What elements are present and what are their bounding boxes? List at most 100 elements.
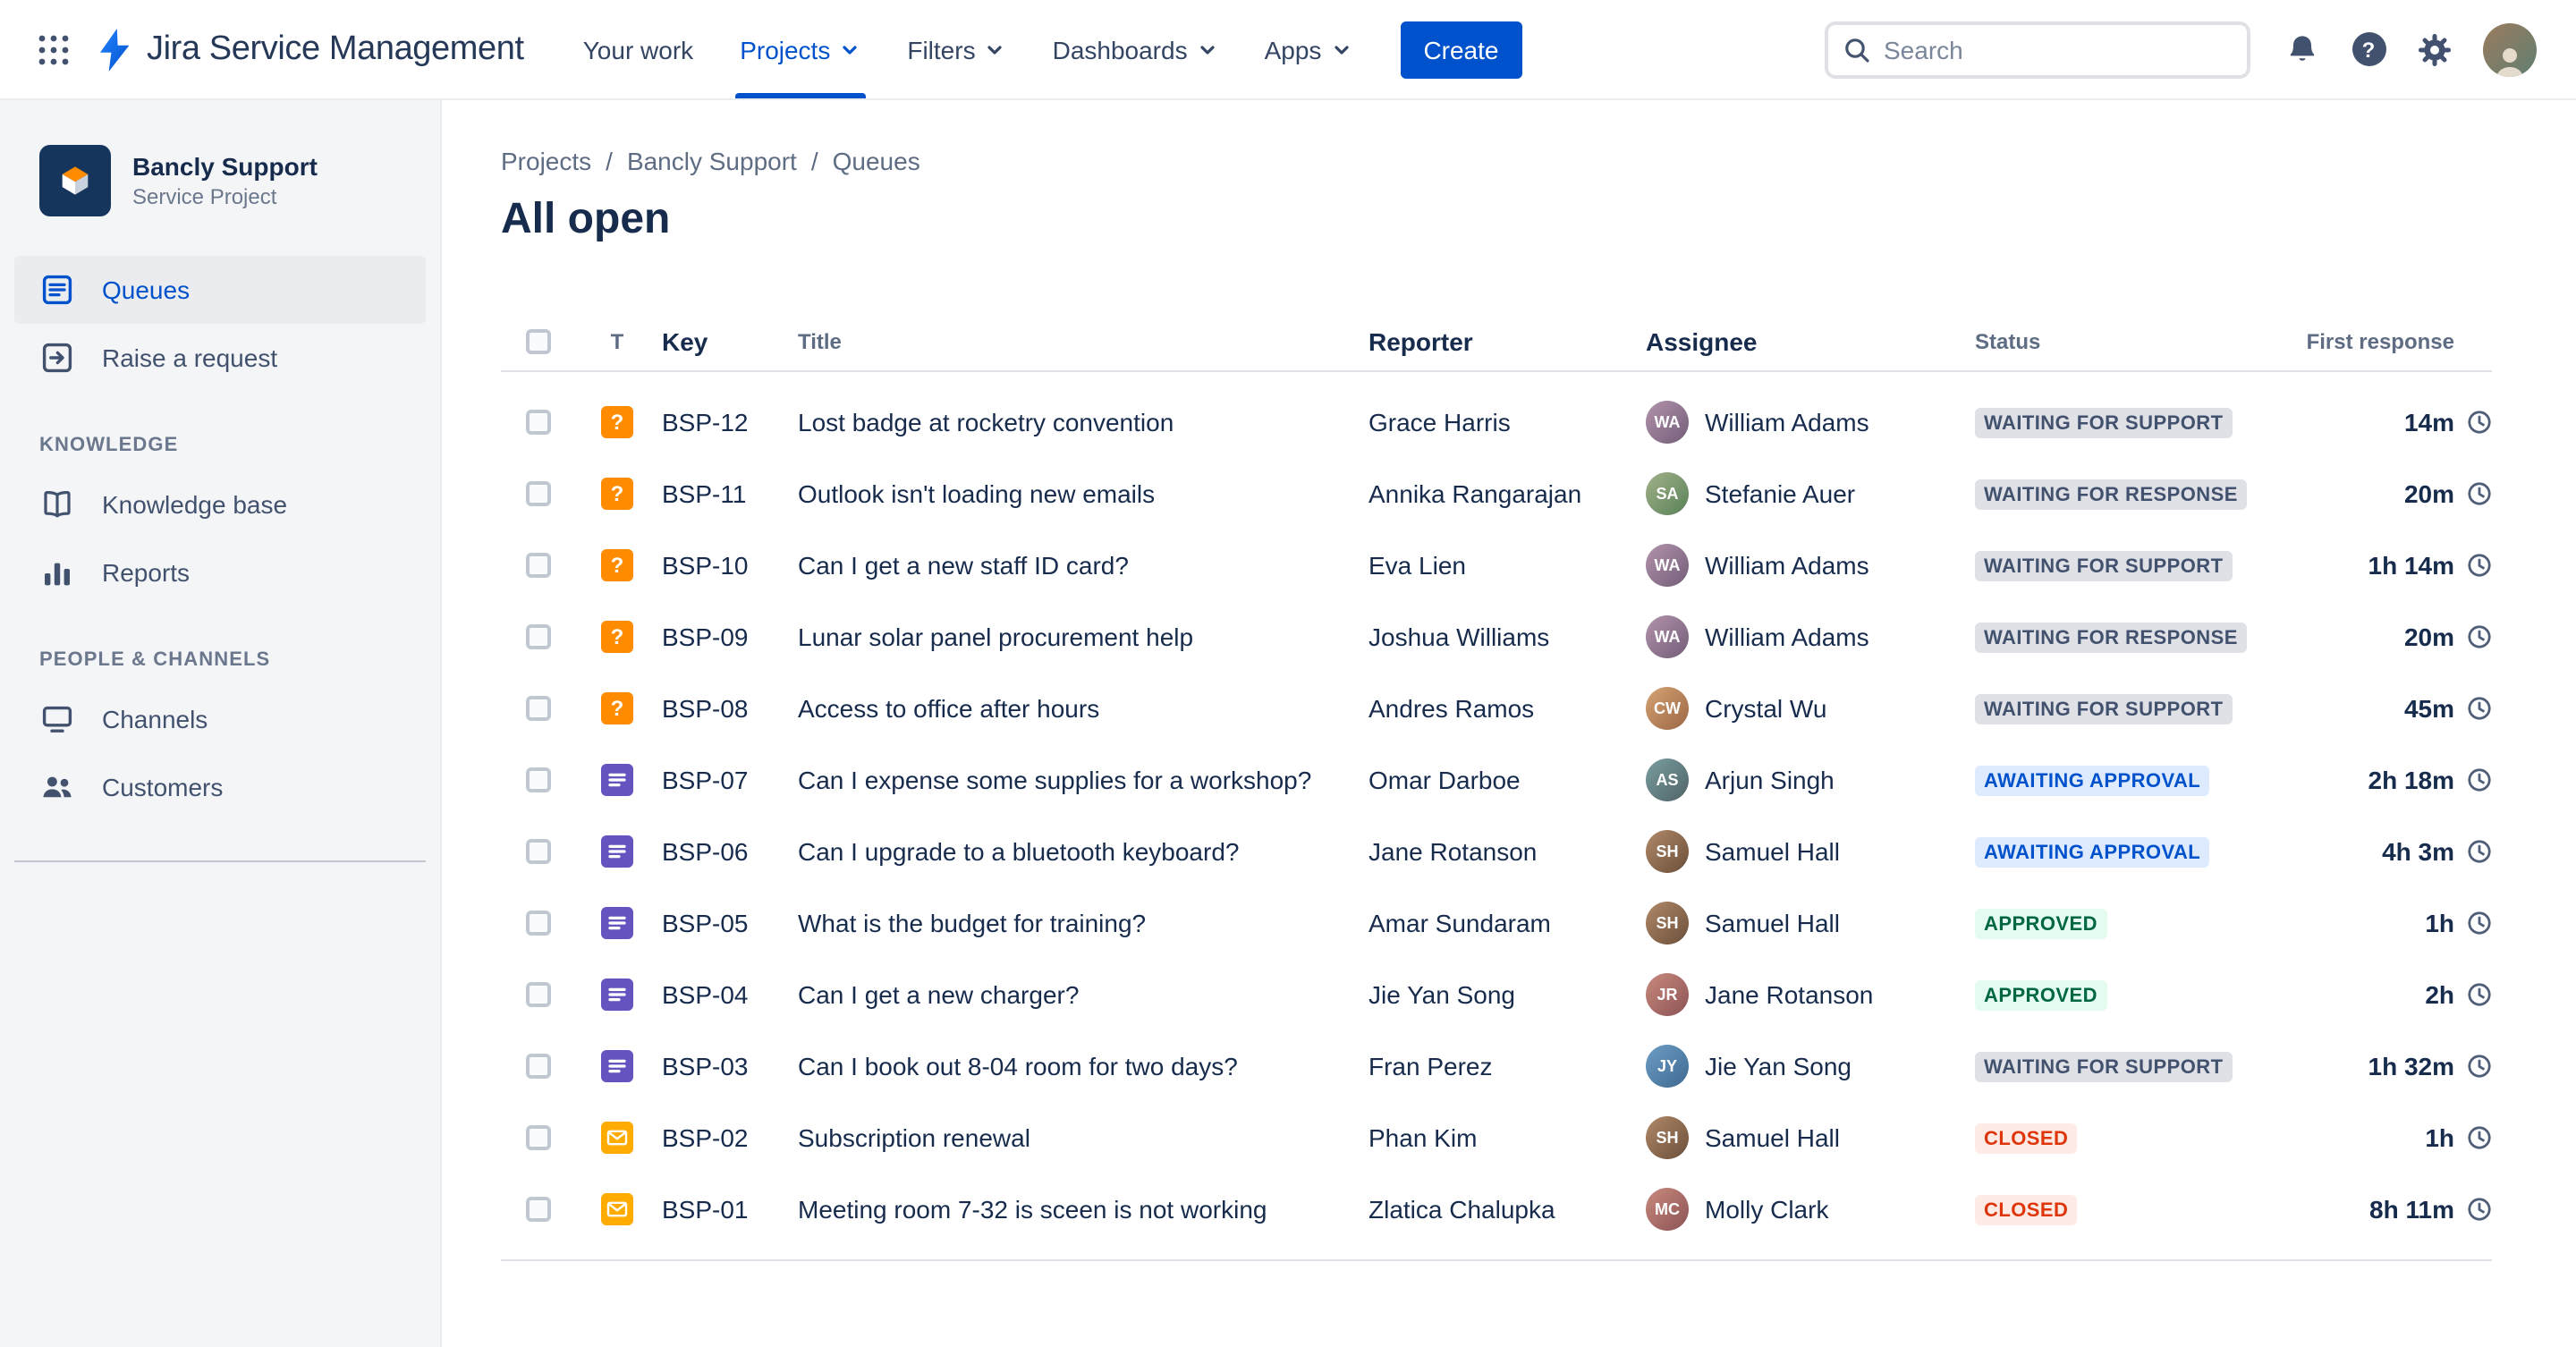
select-all-checkbox[interactable] (526, 328, 551, 353)
assignee-avatar: WA (1646, 544, 1689, 587)
col-header-reporter[interactable]: Reporter (1354, 326, 1635, 355)
user-avatar[interactable] (2483, 22, 2537, 76)
issue-key[interactable]: BSP-09 (651, 623, 791, 651)
table-row[interactable]: BSP-09 Lunar solar panel procurement hel… (501, 601, 2492, 673)
nav-label: Projects (740, 35, 831, 64)
table-row[interactable]: BSP-05 What is the budget for training? … (501, 887, 2492, 959)
row-checkbox[interactable] (526, 553, 551, 578)
issue-title-link[interactable]: Can I book out 8-04 room for two days? (798, 1052, 1333, 1080)
issue-key[interactable]: BSP-10 (651, 551, 791, 580)
app-switcher-button[interactable] (25, 21, 82, 78)
table-row[interactable]: BSP-07 Can I expense some supplies for a… (501, 744, 2492, 816)
jira-logo[interactable]: Jira Service Management (97, 28, 524, 71)
settings-button[interactable] (2406, 21, 2463, 78)
issue-title-link[interactable]: What is the budget for training? (798, 909, 1333, 937)
sidebar-item-customers[interactable]: Customers (14, 753, 426, 821)
status-badge: WAITING FOR SUPPORT (1975, 408, 2233, 438)
issue-key[interactable]: BSP-04 (651, 980, 791, 1009)
issue-title-link[interactable]: Can I get a new charger? (798, 980, 1333, 1009)
issue-title-link[interactable]: Meeting room 7-32 is sceen is not workin… (798, 1195, 1333, 1224)
issue-title-link[interactable]: Can I upgrade to a bluetooth keyboard? (798, 837, 1333, 866)
row-checkbox[interactable] (526, 1054, 551, 1079)
product-name: Jira Service Management (147, 30, 524, 67)
sidebar-item-knowledge-base[interactable]: Knowledge base (14, 470, 426, 538)
col-header-type[interactable]: T (583, 328, 651, 353)
help-button[interactable] (2340, 21, 2397, 78)
issue-key[interactable]: BSP-01 (651, 1195, 791, 1224)
issue-key[interactable]: BSP-12 (651, 408, 791, 436)
issue-key[interactable]: BSP-06 (651, 837, 791, 866)
issue-title-link[interactable]: Subscription renewal (798, 1123, 1333, 1152)
col-header-title[interactable]: Title (791, 328, 1354, 353)
request-type-icon (601, 1122, 633, 1154)
status-badge: WAITING FOR RESPONSE (1975, 623, 2247, 653)
first-response-time: 14m (2403, 408, 2454, 436)
col-header-key[interactable]: Key (651, 326, 791, 355)
issue-title-link[interactable]: Lunar solar panel procurement help (798, 623, 1333, 651)
row-checkbox[interactable] (526, 1125, 551, 1150)
row-checkbox[interactable] (526, 982, 551, 1007)
clock-icon (2467, 553, 2492, 578)
form-glyph (608, 916, 626, 930)
row-checkbox[interactable] (526, 911, 551, 936)
breadcrumb-queues[interactable]: Queues (833, 147, 920, 175)
row-checkbox[interactable] (526, 481, 551, 506)
sidebar-item-channels[interactable]: Channels (14, 685, 426, 753)
assignee-avatar: SH (1646, 902, 1689, 945)
assignee-name: William Adams (1705, 623, 1869, 651)
form-glyph (608, 987, 626, 1002)
issue-key[interactable]: BSP-07 (651, 766, 791, 794)
nav-label: Filters (907, 35, 976, 64)
sidebar-item-reports[interactable]: Reports (14, 538, 426, 606)
nav-projects[interactable]: Projects (716, 0, 884, 98)
nav-filters[interactable]: Filters (884, 0, 1029, 98)
request-type-icon (601, 1193, 633, 1225)
row-checkbox[interactable] (526, 624, 551, 649)
issue-key[interactable]: BSP-02 (651, 1123, 791, 1152)
table-row[interactable]: BSP-11 Outlook isn't loading new emails … (501, 458, 2492, 529)
row-checkbox[interactable] (526, 1197, 551, 1222)
table-row[interactable]: BSP-06 Can I upgrade to a bluetooth keyb… (501, 816, 2492, 887)
breadcrumb-project[interactable]: Bancly Support (627, 147, 797, 175)
nav-dashboards[interactable]: Dashboards (1030, 0, 1241, 98)
issue-key[interactable]: BSP-08 (651, 694, 791, 723)
table-row[interactable]: BSP-02 Subscription renewal Phan Kim SH … (501, 1102, 2492, 1173)
create-button[interactable]: Create (1400, 21, 1522, 78)
col-header-first-response[interactable]: First response (2293, 328, 2492, 353)
chevron-down-icon (839, 38, 860, 60)
row-checkbox[interactable] (526, 767, 551, 792)
sidebar-item-label: Knowledge base (102, 490, 288, 519)
table-row[interactable]: BSP-12 Lost badge at rocketry convention… (501, 386, 2492, 458)
issue-title-link[interactable]: Can I expense some supplies for a worksh… (798, 766, 1333, 794)
table-row[interactable]: BSP-10 Can I get a new staff ID card? Ev… (501, 529, 2492, 601)
request-type-icon (601, 978, 633, 1011)
sidebar-item-raise-request[interactable]: Raise a request (14, 324, 426, 392)
row-checkbox[interactable] (526, 839, 551, 864)
row-checkbox[interactable] (526, 410, 551, 435)
knowledge-base-icon (39, 487, 75, 522)
nav-apps[interactable]: Apps (1241, 0, 1376, 98)
main-content: Projects / Bancly Support / Queues All o… (442, 100, 2576, 1347)
chevron-down-icon (985, 38, 1006, 60)
notifications-button[interactable] (2274, 21, 2331, 78)
sidebar-item-queues[interactable]: Queues (14, 256, 426, 324)
breadcrumb-projects[interactable]: Projects (501, 147, 591, 175)
issue-title-link[interactable]: Can I get a new staff ID card? (798, 551, 1333, 580)
col-header-status[interactable]: Status (1962, 328, 2293, 353)
sidebar-section-knowledge: KNOWLEDGE (39, 435, 179, 456)
issue-key[interactable]: BSP-11 (651, 479, 791, 508)
issue-key[interactable]: BSP-03 (651, 1052, 791, 1080)
search-input[interactable] (1884, 35, 2233, 64)
issue-title-link[interactable]: Outlook isn't loading new emails (798, 479, 1333, 508)
nav-your-work[interactable]: Your work (560, 0, 717, 98)
issue-title-link[interactable]: Access to office after hours (798, 694, 1333, 723)
issue-key[interactable]: BSP-05 (651, 909, 791, 937)
issue-title-link[interactable]: Lost badge at rocketry convention (798, 408, 1333, 436)
form-glyph (608, 773, 626, 787)
table-row[interactable]: BSP-03 Can I book out 8-04 room for two … (501, 1030, 2492, 1102)
table-row[interactable]: BSP-01 Meeting room 7-32 is sceen is not… (501, 1173, 2492, 1245)
col-header-assignee[interactable]: Assignee (1635, 326, 1962, 355)
row-checkbox[interactable] (526, 696, 551, 721)
table-row[interactable]: BSP-04 Can I get a new charger? Jie Yan … (501, 959, 2492, 1030)
table-row[interactable]: BSP-08 Access to office after hours Andr… (501, 673, 2492, 744)
